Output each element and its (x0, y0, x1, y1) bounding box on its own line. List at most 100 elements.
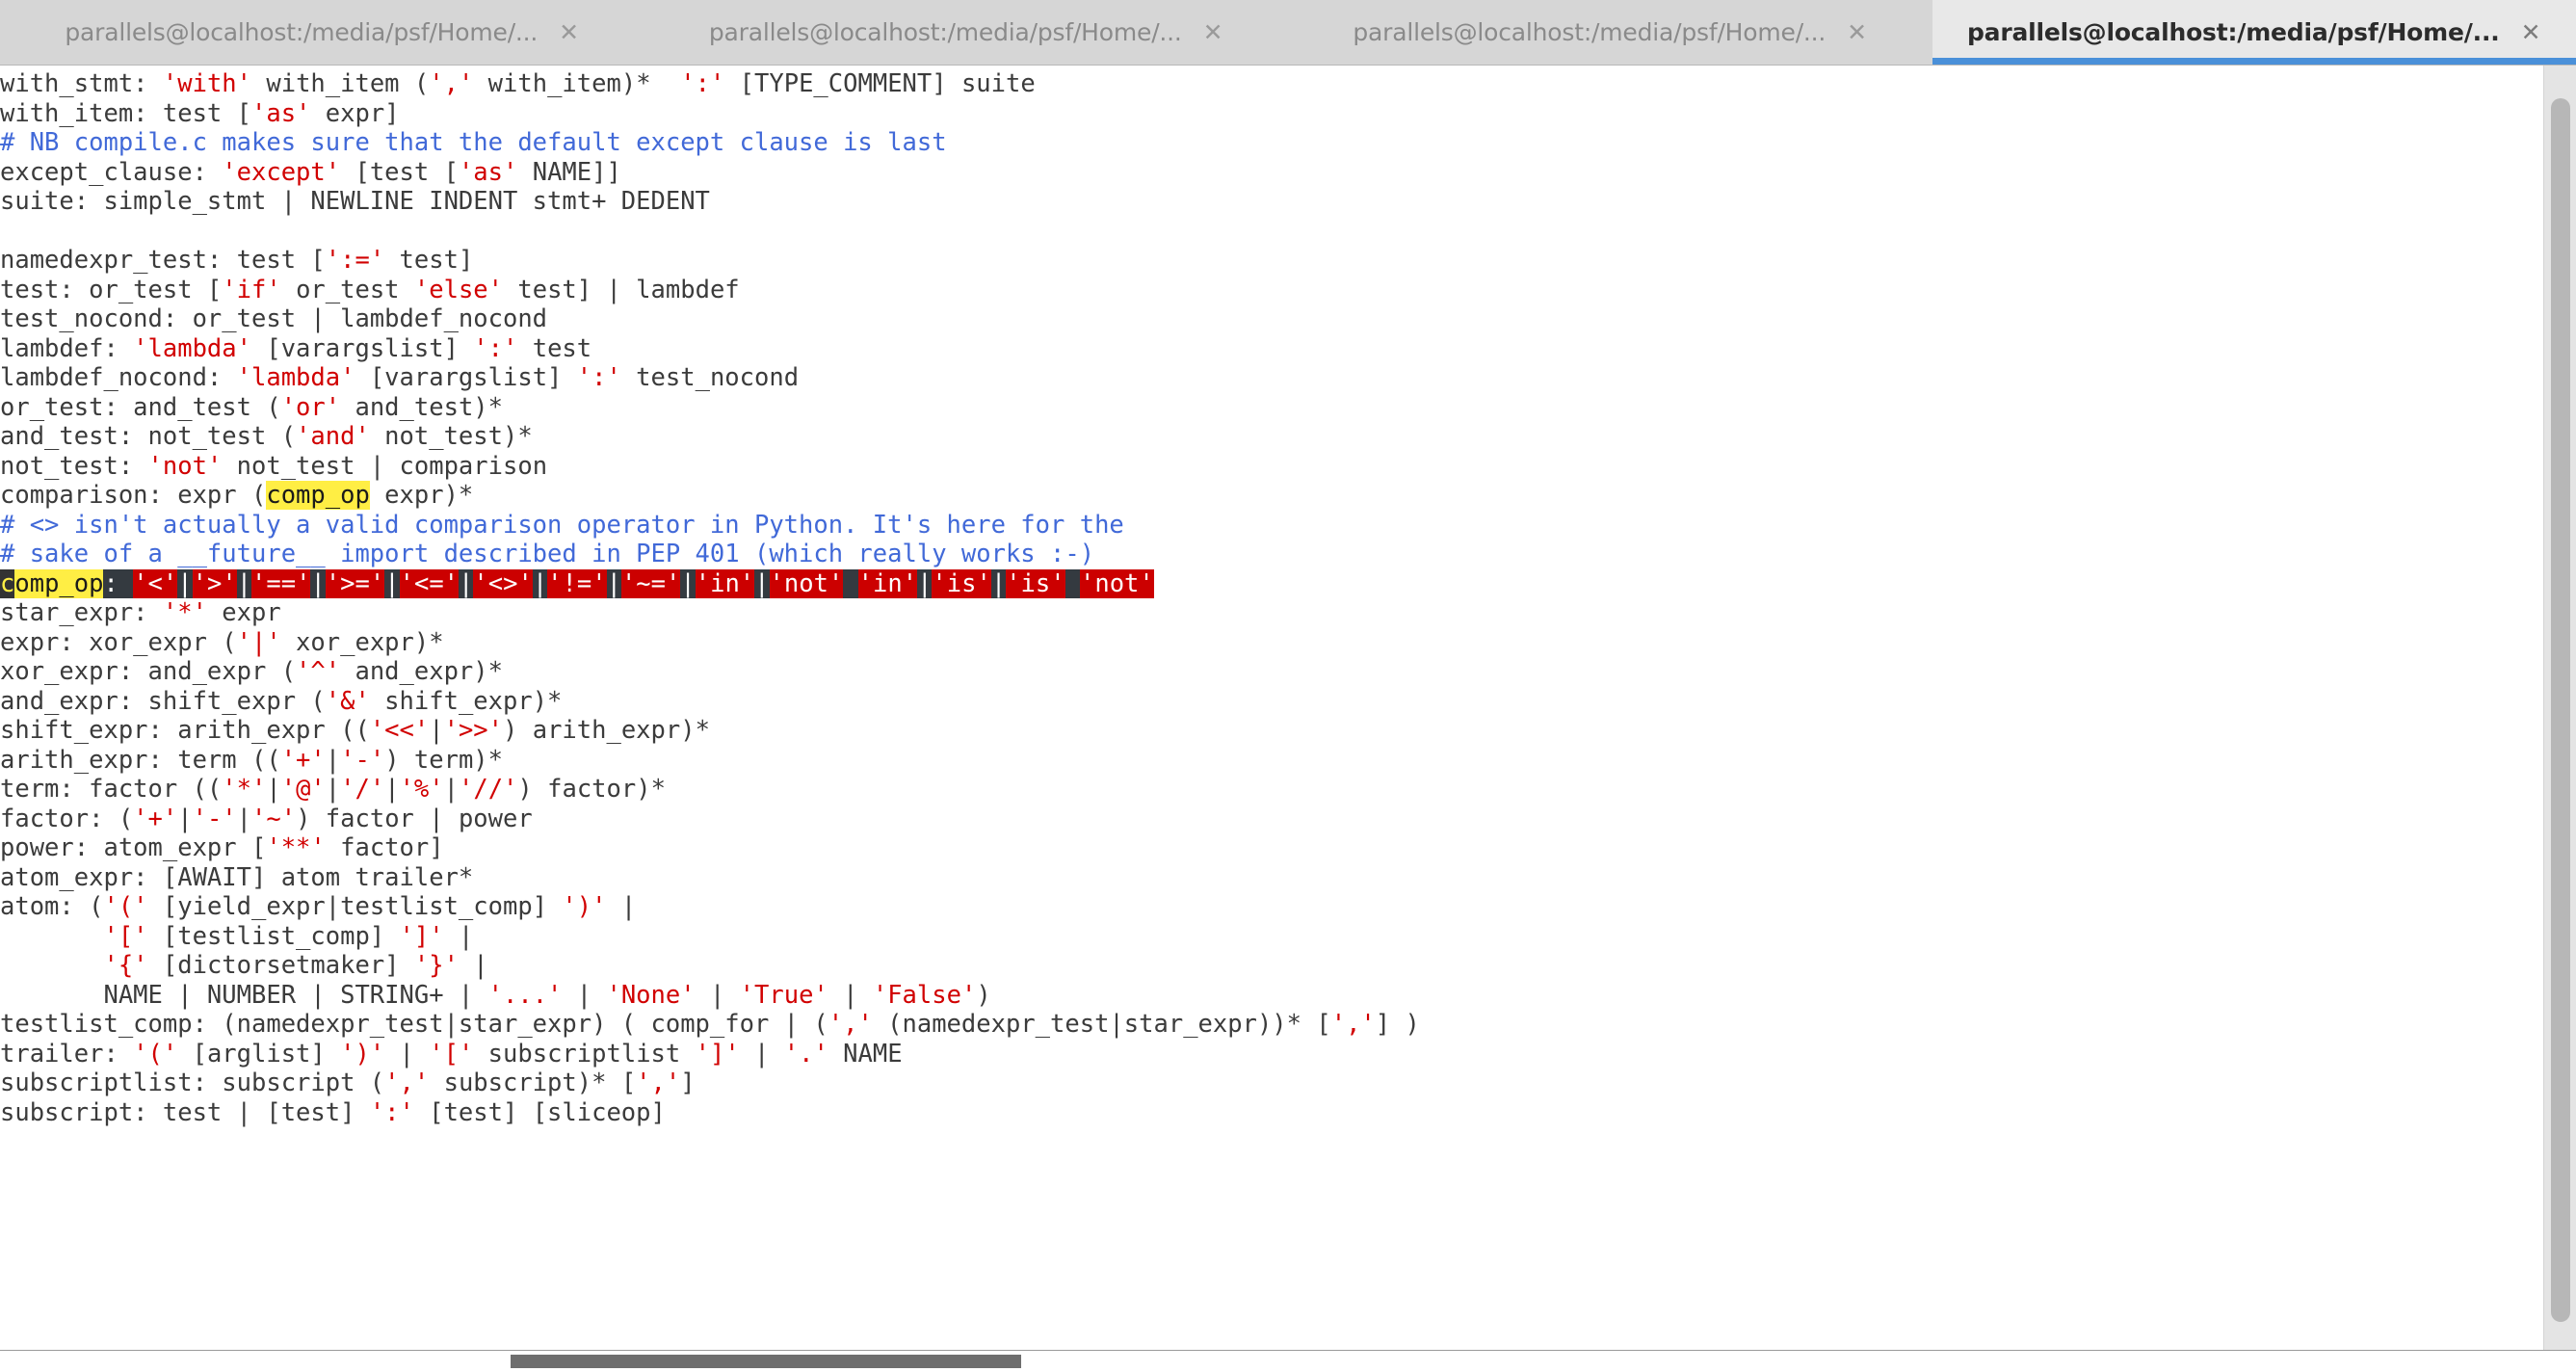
terminal-tab-2[interactable]: parallels@localhost:/media/psf/Home/...✕ (644, 0, 1289, 65)
editor-line[interactable]: arith_expr: term (('+'|'-') term)* (0, 746, 1420, 776)
close-icon[interactable]: ✕ (1203, 20, 1223, 44)
text-span: : (103, 569, 118, 598)
editor-line[interactable] (0, 217, 1420, 247)
text-span: test (517, 334, 591, 363)
text-span: shift_expr: arith_expr (( (0, 716, 370, 745)
text-span: ) factor | power (296, 805, 533, 833)
horizontal-scrollbar[interactable] (0, 1350, 2576, 1372)
text-span: test: or_test [ (0, 276, 222, 304)
editor-line[interactable]: comp_op: '<'|'>'|'=='|'>='|'<='|'<>'|'!=… (0, 569, 1420, 599)
editor-line[interactable]: with_item: test ['as' expr] (0, 99, 1420, 129)
text-span: | (991, 569, 1006, 598)
editor-line[interactable]: subscript: test | [test] ':' [test] [sli… (0, 1098, 1420, 1128)
terminal-tab-3[interactable]: parallels@localhost:/media/psf/Home/...✕ (1288, 0, 1932, 65)
editor-line[interactable]: term: factor (('*'|'@'|'/'|'%'|'//') fac… (0, 775, 1420, 805)
editor-line[interactable]: '[' [testlist_comp] ']' | (0, 922, 1420, 952)
text-span: '[' (103, 922, 147, 951)
horizontal-scrollbar-thumb[interactable] (511, 1355, 1021, 1368)
text-span: ] (680, 1069, 695, 1097)
text-span: [test [ (340, 158, 459, 187)
editor-line[interactable]: suite: simple_stmt | NEWLINE INDENT stmt… (0, 187, 1420, 217)
editor-line[interactable]: xor_expr: and_expr ('^' and_expr)* (0, 657, 1420, 687)
editor-line[interactable]: trailer: '(' [arglist] ')' | '[' subscri… (0, 1040, 1420, 1069)
text-span: 'lambda' (133, 334, 251, 363)
editor-line[interactable]: power: atom_expr ['**' factor] (0, 833, 1420, 863)
text-span: | (740, 1040, 784, 1069)
terminal-tab-4[interactable]: parallels@localhost:/media/psf/Home/...✕ (1932, 0, 2576, 65)
text-span (843, 569, 857, 598)
text-span: | (696, 981, 740, 1010)
close-icon[interactable]: ✕ (1847, 20, 1867, 44)
editor-line[interactable]: expr: xor_expr ('|' xor_expr)* (0, 628, 1420, 658)
terminal-tab-1[interactable]: parallels@localhost:/media/psf/Home/...✕ (0, 0, 644, 65)
editor-line[interactable]: with_stmt: 'with' with_item (',' with_it… (0, 69, 1420, 99)
terminal-body: with_stmt: 'with' with_item (',' with_it… (0, 66, 2576, 1350)
text-span: | (384, 569, 399, 598)
text-span: '%' (400, 775, 444, 804)
editor-line[interactable]: subscriptlist: subscript (',' subscript)… (0, 1069, 1420, 1098)
editor-line[interactable]: comparison: expr (comp_op expr)* (0, 481, 1420, 511)
editor-line[interactable]: and_test: not_test ('and' not_test)* (0, 422, 1420, 452)
text-span: ',' (384, 1069, 429, 1097)
editor-line[interactable]: # NB compile.c makes sure that the defau… (0, 128, 1420, 158)
editor-line[interactable]: namedexpr_test: test [':=' test] (0, 246, 1420, 276)
text-span: not_test)* (370, 422, 533, 451)
text-span: '...' (488, 981, 563, 1010)
close-icon[interactable]: ✕ (559, 20, 579, 44)
text-span: comparison: expr ( (0, 481, 266, 510)
editor-line[interactable]: atom_expr: [AWAIT] atom trailer* (0, 863, 1420, 893)
editor-line[interactable]: lambdef: 'lambda' [varargslist] ':' test (0, 334, 1420, 364)
text-span: | (237, 805, 251, 833)
text-span: omp_op (14, 569, 103, 598)
editor-line[interactable]: testlist_comp: (namedexpr_test|star_expr… (0, 1010, 1420, 1040)
editor-line[interactable]: and_expr: shift_expr ('&' shift_expr)* (0, 687, 1420, 717)
text-span: 'in' (858, 569, 917, 598)
text-span: trailer: (0, 1040, 133, 1069)
text-span: '.' (784, 1040, 828, 1069)
text-span: or_test: and_test ( (0, 393, 281, 422)
text-span: subscriptlist: subscript ( (0, 1069, 384, 1097)
text-span: | (310, 569, 325, 598)
text-span: [test] [sliceop] (414, 1098, 666, 1127)
text-span: ':=' (326, 246, 384, 275)
editor-line[interactable]: atom: ('(' [yield_expr|testlist_comp] ')… (0, 892, 1420, 922)
editor-line[interactable]: factor: ('+'|'-'|'~') factor | power (0, 805, 1420, 834)
text-span: ) (976, 981, 990, 1010)
text-span: ) factor)* (517, 775, 666, 804)
vim-editor-viewport[interactable]: with_stmt: 'with' with_item (',' with_it… (0, 66, 2543, 1350)
close-icon[interactable]: ✕ (2521, 20, 2541, 44)
editor-line[interactable]: test_nocond: or_test | lambdef_nocond (0, 304, 1420, 334)
text-span: # <> isn't actually a valid comparison o… (0, 511, 1124, 540)
editor-line[interactable]: not_test: 'not' not_test | comparison (0, 452, 1420, 482)
text-span: [yield_expr|testlist_comp] (148, 892, 563, 921)
text-span: ':' (680, 69, 724, 98)
editor-line[interactable]: except_clause: 'except' [test ['as' NAME… (0, 158, 1420, 188)
editor-line[interactable]: # <> isn't actually a valid comparison o… (0, 511, 1420, 541)
text-span: term: factor (( (0, 775, 222, 804)
editor-line[interactable]: star_expr: '*' expr (0, 598, 1420, 628)
editor-line[interactable]: '{' [dictorsetmaker] '}' | (0, 951, 1420, 981)
editor-line[interactable]: test: or_test ['if' or_test 'else' test]… (0, 276, 1420, 305)
vertical-scrollbar-thumb[interactable] (2551, 98, 2570, 1322)
editor-line[interactable]: # sake of a __future__ import described … (0, 540, 1420, 569)
text-span: ',' (636, 1069, 680, 1097)
text-span: | (828, 981, 873, 1010)
editor-line[interactable]: shift_expr: arith_expr (('<<'|'>>') arit… (0, 716, 1420, 746)
text-span: ) arith_expr)* (503, 716, 710, 745)
text-span: '*' (222, 775, 266, 804)
editor-line[interactable]: NAME | NUMBER | STRING+ | '...' | 'None'… (0, 981, 1420, 1011)
editor-line[interactable]: lambdef_nocond: 'lambda' [varargslist] '… (0, 363, 1420, 393)
text-span: | (459, 569, 473, 598)
text-span (0, 922, 103, 951)
text-span: | (607, 569, 621, 598)
text-span: and_expr: shift_expr ( (0, 687, 326, 716)
horizontal-scrollbar-track[interactable] (0, 1359, 506, 1363)
vertical-scrollbar[interactable] (2543, 66, 2576, 1350)
editor-line[interactable]: or_test: and_test ('or' and_test)* (0, 393, 1420, 423)
text-span: '**' (266, 833, 325, 862)
text-span: with_stmt: (0, 69, 163, 98)
text-span: | (177, 569, 192, 598)
text-span: 'or' (281, 393, 340, 422)
text-span: 'with' (163, 69, 251, 98)
editor-text-area[interactable]: with_stmt: 'with' with_item (',' with_it… (0, 66, 1420, 1127)
